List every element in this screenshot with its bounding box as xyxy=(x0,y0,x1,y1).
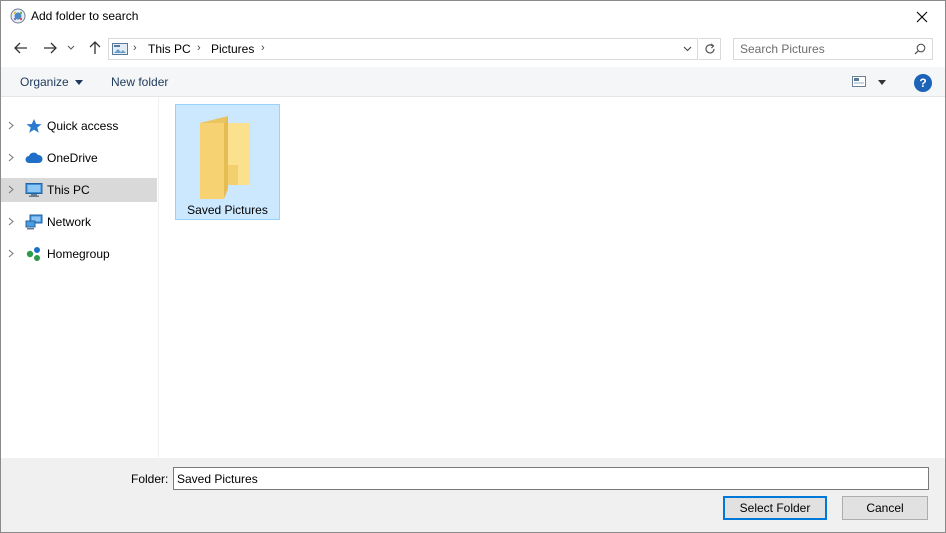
chevron-down-icon xyxy=(683,46,691,52)
sidebar-item-homegroup[interactable]: Homegroup xyxy=(1,242,157,266)
refresh-button[interactable] xyxy=(699,38,721,60)
folder-field[interactable] xyxy=(173,467,929,490)
navigation-pane: Quick access OneDrive This PC Network Ho… xyxy=(1,98,159,457)
folder-label: Folder: xyxy=(131,472,169,486)
search-icon xyxy=(914,43,926,58)
search-folder-app-icon xyxy=(10,8,26,24)
arrow-left-icon xyxy=(14,42,27,54)
breadcrumb-separator: › xyxy=(133,42,137,54)
change-view-button[interactable] xyxy=(852,74,892,90)
arrow-right-icon xyxy=(44,42,57,54)
search-input[interactable] xyxy=(740,42,900,56)
title-bar: Add folder to search xyxy=(1,1,945,32)
search-box[interactable] xyxy=(733,38,933,60)
sidebar-item-network[interactable]: Network xyxy=(1,210,157,234)
folder-name: Saved Pictures xyxy=(187,203,268,217)
sidebar-item-label: Quick access xyxy=(47,119,119,133)
address-bar[interactable]: › This PC › Pictures › xyxy=(108,38,698,60)
caret-down-icon xyxy=(878,80,886,85)
chevron-right-icon xyxy=(8,185,14,194)
chevron-right-icon xyxy=(8,153,14,162)
sidebar-item-label: Network xyxy=(47,215,92,229)
sidebar-item-label: This PC xyxy=(47,183,90,197)
new-folder-button[interactable]: New folder xyxy=(111,75,168,89)
address-history-dropdown[interactable] xyxy=(679,40,695,58)
computer-icon xyxy=(25,183,43,197)
chevron-right-icon xyxy=(8,121,14,130)
cancel-button[interactable]: Cancel xyxy=(842,496,928,520)
breadcrumb-pictures[interactable]: Pictures xyxy=(211,42,254,56)
caret-down-icon xyxy=(75,80,84,86)
close-button[interactable] xyxy=(899,1,945,32)
back-button[interactable] xyxy=(11,38,31,58)
view-options-icon xyxy=(852,76,866,87)
sidebar-item-onedrive[interactable]: OneDrive xyxy=(1,146,157,170)
add-folder-dialog: Add folder to search › This PC › Picture… xyxy=(0,0,946,533)
file-list[interactable]: Saved Pictures xyxy=(160,98,945,457)
up-button[interactable] xyxy=(85,38,105,58)
cloud-icon xyxy=(25,152,43,163)
organize-button[interactable]: Organize xyxy=(20,75,84,89)
sidebar-item-quick-access[interactable]: Quick access xyxy=(1,114,157,138)
command-bar: Organize New folder ? xyxy=(1,67,945,97)
sidebar-item-this-pc[interactable]: This PC xyxy=(1,178,157,202)
homegroup-icon xyxy=(26,247,40,261)
recent-locations-button[interactable] xyxy=(64,38,78,58)
sidebar-item-label: OneDrive xyxy=(47,151,98,165)
sidebar-item-label: Homegroup xyxy=(47,247,110,261)
dialog-footer: Folder: Select Folder Cancel xyxy=(1,458,945,532)
chevron-right-icon xyxy=(8,217,14,226)
folder-item-saved-pictures[interactable]: Saved Pictures xyxy=(175,104,280,220)
refresh-icon xyxy=(704,43,715,54)
network-icon xyxy=(25,214,43,230)
organize-label: Organize xyxy=(20,75,69,89)
breadcrumb-this-pc[interactable]: This PC xyxy=(148,42,191,56)
breadcrumb-separator: › xyxy=(197,42,201,54)
pictures-location-icon xyxy=(112,42,128,59)
arrow-up-icon xyxy=(89,41,101,54)
star-icon xyxy=(26,119,42,133)
help-button[interactable]: ? xyxy=(914,74,932,92)
window-title: Add folder to search xyxy=(31,9,139,23)
chevron-down-icon xyxy=(67,45,75,50)
breadcrumb-separator: › xyxy=(261,42,265,54)
help-icon: ? xyxy=(919,76,927,90)
close-icon xyxy=(916,11,928,22)
select-folder-button[interactable]: Select Folder xyxy=(723,496,827,520)
navigation-row: › This PC › Pictures › xyxy=(1,34,945,64)
folder-icon xyxy=(200,116,250,199)
chevron-right-icon xyxy=(8,249,14,258)
forward-button[interactable] xyxy=(40,38,60,58)
